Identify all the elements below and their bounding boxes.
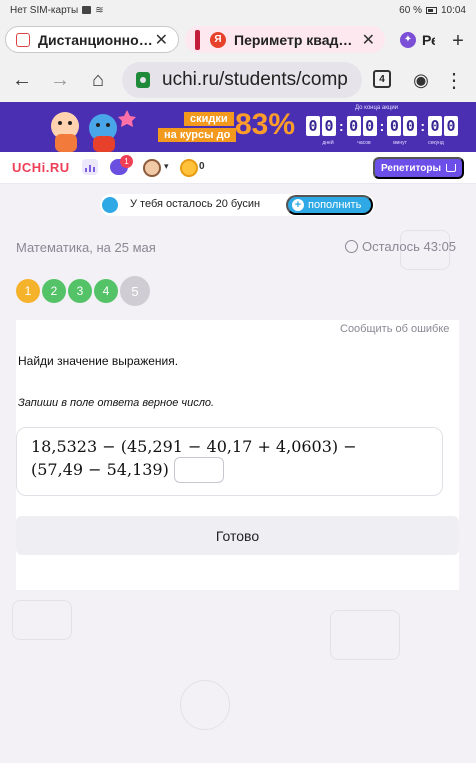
coin-count: 0 [199, 161, 205, 172]
countdown-title: До конца акции [355, 105, 399, 111]
beads-text: У тебя осталось 20 бусин [130, 198, 261, 210]
countdown-timer: 0 0 : 0 0 : 0 0 : 0 0 [306, 116, 460, 136]
topup-button[interactable]: + пополнить [286, 195, 374, 215]
step-1[interactable]: 1 [16, 279, 40, 303]
carrier-text: Нет SIM-карты [10, 4, 79, 16]
forward-arrow-icon[interactable]: → [46, 66, 74, 94]
countdown-digit: 0 [306, 116, 320, 136]
wifi-icon: ≋ [95, 4, 104, 16]
yandex-favicon-icon: Я [210, 31, 226, 48]
mascot-illustration [51, 110, 136, 152]
site-header: UCHi.RU 1 ▾ 0 Репетиторы [0, 152, 476, 184]
account-icon[interactable]: ◉ [407, 66, 435, 94]
stats-icon[interactable] [82, 159, 98, 175]
stopwatch-icon [345, 240, 358, 253]
countdown-digit: 0 [362, 116, 377, 136]
sim-icon [82, 6, 92, 14]
countdown-separator: : [420, 118, 426, 134]
cart-icon [446, 164, 457, 172]
close-tab-icon[interactable]: ✕ [155, 30, 168, 50]
promo-line2: на курсы до [158, 128, 237, 142]
battery-icon [425, 6, 437, 14]
countdown-digit: 0 [403, 116, 418, 136]
submit-button[interactable]: Готово [16, 516, 459, 555]
countdown-digit: 0 [444, 116, 459, 136]
timer-text: Осталось 43:05 [362, 239, 457, 254]
step-5[interactable]: 5 [120, 276, 150, 306]
clock: 10:04 [440, 4, 466, 16]
uchi-logo[interactable]: UCHi.RU [12, 160, 70, 175]
lesson-timer: Осталось 43:05 [345, 239, 456, 254]
countdown-separator: : [339, 118, 344, 134]
tutors-label: Репетиторы [380, 162, 442, 174]
tutors-button[interactable]: Репетиторы [373, 157, 464, 179]
countdown-digit: 0 [428, 116, 443, 136]
avatar[interactable] [143, 159, 161, 177]
countdown-digit: 0 [346, 116, 361, 136]
unit-label-hours: часов [357, 140, 371, 146]
task-steps: 1 2 3 4 5 [16, 276, 150, 306]
tab-group-marker [195, 29, 200, 50]
step-3[interactable]: 3 [68, 279, 92, 303]
step-2[interactable]: 2 [42, 279, 66, 303]
address-bar[interactable]: uchi.ru/students/comp [122, 62, 362, 98]
secure-lock-icon [136, 72, 150, 88]
promo-percent: 83% [235, 108, 296, 141]
bead-icon [102, 197, 118, 213]
new-tab-icon[interactable]: + [446, 29, 470, 53]
unit-label-seconds: секунд [428, 140, 444, 146]
task-question: Найди значение выражения. [18, 354, 179, 368]
background-doodle [180, 680, 230, 730]
site-favicon-icon [16, 32, 30, 47]
promo-line1: скидки [184, 112, 234, 126]
close-tab-icon[interactable]: ✕ [362, 30, 375, 50]
expression-line-2: (57,49 − 54,139) = [31, 460, 188, 479]
chat-notification-badge: 1 [120, 155, 133, 168]
tab-switcher-button[interactable]: 4 [373, 70, 391, 88]
url-text: uchi.ru/students/comp [162, 69, 348, 90]
coin-icon [180, 159, 198, 177]
home-icon[interactable]: ⌂ [84, 66, 112, 94]
plus-icon: + [292, 199, 304, 211]
countdown-digit: 0 [322, 116, 336, 136]
beads-banner: У тебя осталось 20 бусин + пополнить [100, 194, 375, 216]
browser-toolbar: ← → ⌂ uchi.ru/students/comp 4 ◉ ⋮ [0, 58, 476, 102]
battery-percent: 60 % [399, 4, 422, 16]
browser-tab-solve[interactable]: ✦ Реш [390, 26, 445, 53]
tab-label: Реш [422, 31, 435, 48]
browser-tab-perimeter[interactable]: Я Периметр квад… ✕ [185, 26, 385, 53]
countdown-units: дней часов минут секунд [310, 140, 454, 146]
back-arrow-icon[interactable]: ← [8, 66, 36, 94]
countdown-digit: 0 [387, 116, 402, 136]
background-doodle [330, 610, 400, 660]
report-error-link[interactable]: Сообщить об ошибке [340, 323, 449, 335]
topup-label: пополнить [308, 199, 362, 211]
expression-line-1: 18,5323 − (45,291 − 40,17 + 4,0603) − [31, 437, 357, 456]
answer-input[interactable] [174, 457, 224, 483]
step-4[interactable]: 4 [94, 279, 118, 303]
background-doodle [12, 600, 72, 640]
tab-strip: Дистанционно… ✕ Я Периметр квад… ✕ ✦ Реш… [0, 20, 476, 58]
unit-label-days: дней [322, 140, 334, 146]
extension-favicon-icon: ✦ [400, 31, 416, 48]
browser-tab-distance[interactable]: Дистанционно… ✕ [5, 26, 179, 53]
unit-label-minutes: минут [393, 140, 407, 146]
tab-label: Дистанционно… [38, 31, 153, 48]
lesson-subject: Математика, на 25 мая [16, 240, 156, 255]
status-bar: Нет SIM-карты ≋ 60 % 10:04 [0, 0, 476, 20]
task-hint: Запиши в поле ответа верное число. [18, 397, 215, 409]
tab-label: Периметр квад… [234, 31, 353, 48]
chevron-down-icon[interactable]: ▾ [164, 161, 169, 172]
countdown-separator: : [379, 118, 385, 134]
menu-dots-icon[interactable]: ⋮ [440, 66, 468, 94]
promo-banner[interactable]: скидки на курсы до 83% До конца акции 0 … [0, 102, 476, 152]
